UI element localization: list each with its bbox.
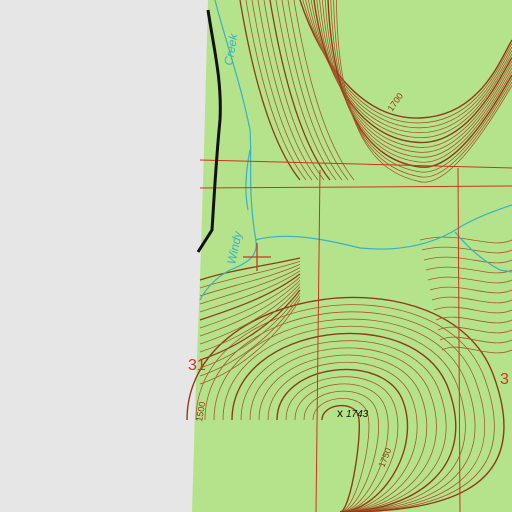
spot-elevation-label: 1743: [346, 409, 369, 420]
summit-marker-icon: x: [337, 406, 343, 420]
topographic-map: x 1743 1700 1500 1750 Creek Windy 31 3: [0, 0, 512, 512]
section-number-left: 31: [188, 357, 206, 374]
section-number-right: 3: [500, 371, 509, 388]
forest-area: [192, 0, 512, 512]
